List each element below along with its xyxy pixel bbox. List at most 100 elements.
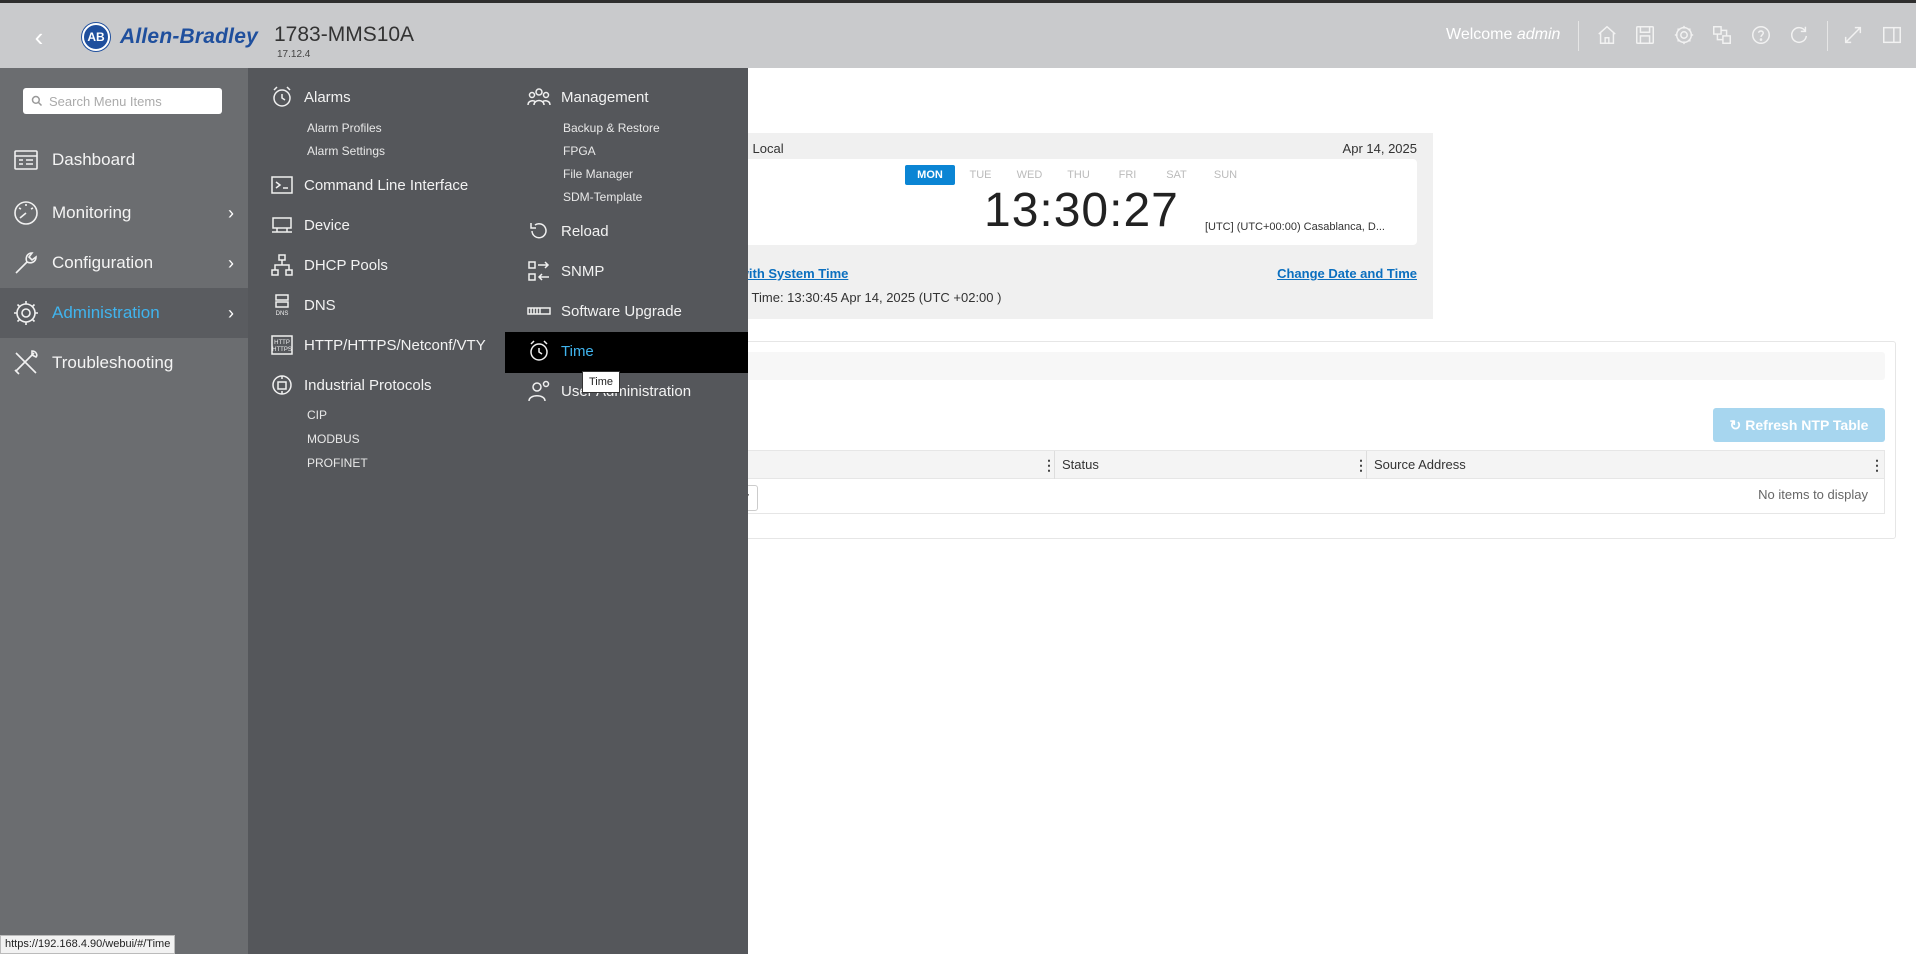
terminal-icon [262,173,302,197]
industrial-icon [262,373,302,397]
sidebar-item-label: Dashboard [52,150,136,169]
sidebar-item-label: Monitoring [52,203,132,222]
logo-text: Allen-Bradley [120,25,258,48]
user-gear-icon [519,379,559,403]
day-wed: WED [1016,169,1043,181]
search-icon [31,95,43,107]
refresh-icon: ↻ [1729,416,1742,433]
home-icon[interactable] [1594,22,1620,48]
status-bar-url: https://192.168.4.90/webui/#/Time [0,935,176,954]
column-menu-icon[interactable]: ⋮ [1870,451,1884,479]
alarm-clock-icon [262,85,302,109]
menu-item-file-manager[interactable]: File Manager [563,167,633,181]
menu-item-fpga[interactable]: FPGA [563,144,596,158]
empty-table-message: No items to display [1758,487,1868,502]
column-status[interactable]: Status [1054,451,1099,479]
users-group-icon [519,85,559,109]
menu-item-management[interactable]: Management [519,85,649,109]
sidebar-item-label: Configuration [52,253,154,272]
search-box[interactable] [23,88,222,114]
chevron-left-icon: ‹ [34,22,44,52]
search-input[interactable] [49,93,219,109]
divider [1578,21,1579,51]
welcome-text: Welcome admin [1446,26,1561,43]
menu-item-http-https-netconf-vty[interactable]: HTTP HTTPS HTTP/HTTPS/Netconf/VTY [262,333,486,357]
menu-item-time[interactable]: Time [519,339,594,363]
chevron-right-icon: › [228,202,234,223]
top-bar: ‹ AB Allen-Bradley 1783-MMS10A 17.12.4 W… [0,0,1916,68]
refresh-icon[interactable] [1786,22,1812,48]
network-tree-icon [262,253,302,277]
sidebar-item-dashboard[interactable]: Dashboard [0,135,248,185]
reload-icon [519,219,559,243]
change-date-time-link[interactable]: Change Date and Time [1277,266,1417,281]
menu-item-alarms[interactable]: Alarms [262,85,351,109]
gauge-icon [0,199,52,227]
svg-text:DNS: DNS [276,311,289,317]
gear-icon[interactable] [1671,22,1697,48]
chevron-right-icon: › [228,252,234,273]
chevron-right-icon: › [228,302,234,323]
menu-item-dns[interactable]: DNS DNS [262,293,336,317]
menu-item-command-line-interface[interactable]: Command Line Interface [262,173,468,197]
ntp-table: ⋮ Status ⋮ Source Address ⋮ 10▼ No items… [711,450,1885,514]
help-icon[interactable] [1748,22,1774,48]
menu-item-software-upgrade[interactable]: Software Upgrade [519,299,682,323]
ntp-table-header: ⋮ Status ⋮ Source Address ⋮ [712,451,1884,479]
weekday-strip: MON TUE WED THU FRI SAT SUN [905,165,1250,185]
menu-item-profinet[interactable]: PROFINET [307,456,368,470]
day-thu: THU [1067,169,1090,181]
menu-item-backup-restore[interactable]: Backup & Restore [563,121,660,135]
back-button[interactable]: ‹ [22,23,56,53]
expand-icon[interactable] [1840,22,1866,48]
menu-item-dhcp-pools[interactable]: DHCP Pools [262,253,388,277]
menu-item-alarm-settings[interactable]: Alarm Settings [307,144,385,158]
alarm-clock-icon [519,339,559,363]
panel-icon[interactable] [1879,22,1905,48]
sidebar-item-label: Administration [52,303,160,322]
column-source-address[interactable]: Source Address [1366,451,1466,479]
wrench-icon [0,249,52,277]
network-icon[interactable] [1709,22,1735,48]
progress-bar-icon [519,299,559,323]
sidebar-item-administration[interactable]: Administration › [0,288,248,338]
logo-badge: AB [82,23,110,51]
date-label: Apr 14, 2025 [1342,141,1417,156]
ntp-filter-bar [711,352,1885,380]
dashboard-icon [0,146,52,174]
menu-item-modbus[interactable]: MODBUS [307,432,360,446]
refresh-ntp-table-button[interactable]: ↻ Refresh NTP Table [1713,408,1885,442]
day-tue: TUE [969,169,992,181]
menu-item-device[interactable]: Device [262,213,350,237]
username: admin [1516,26,1561,43]
clock-panel: urce: Local Apr 14, 2025 MON TUE WED THU… [700,133,1433,319]
svg-text:HTTP: HTTP [274,340,290,346]
device-version: 17.12.4 [277,49,311,60]
tools-icon [0,349,52,377]
http-icon: HTTP HTTPS [262,333,302,357]
clock-display: MON TUE WED THU FRI SAT SUN 13:30:27 [UT… [712,159,1417,245]
ntp-panel: ↻ Refresh NTP Table ⋮ Status ⋮ Source Ad… [700,341,1896,539]
day-fri: FRI [1118,169,1137,181]
menu-item-cip[interactable]: CIP [307,408,327,422]
sidebar: Dashboard Monitoring › Configuration › A… [0,68,248,954]
tooltip: Time [582,371,620,393]
timezone-label: [UTC] (UTC+00:00) Casablanca, D... [1204,221,1385,233]
menu-item-alarm-profiles[interactable]: Alarm Profiles [307,121,382,135]
menu-item-snmp[interactable]: SNMP [519,259,604,283]
sidebar-item-configuration[interactable]: Configuration › [0,238,248,288]
sidebar-item-troubleshooting[interactable]: Troubleshooting [0,338,248,388]
day-sun: SUN [1213,169,1238,181]
menu-item-reload[interactable]: Reload [519,219,609,243]
divider [1827,21,1828,51]
day-mon: MON [905,165,955,185]
sidebar-item-monitoring[interactable]: Monitoring › [0,188,248,238]
device-name: 1783-MMS10A [274,23,415,46]
logo: AB Allen-Bradley [82,23,258,51]
administration-menu [248,68,748,954]
menu-item-industrial-protocols[interactable]: Industrial Protocols [262,373,432,397]
menu-item-sdm-template[interactable]: SDM-Template [563,190,642,204]
day-sat: SAT [1166,169,1187,181]
sidebar-item-label: Troubleshooting [52,353,174,372]
save-icon[interactable] [1632,22,1658,48]
